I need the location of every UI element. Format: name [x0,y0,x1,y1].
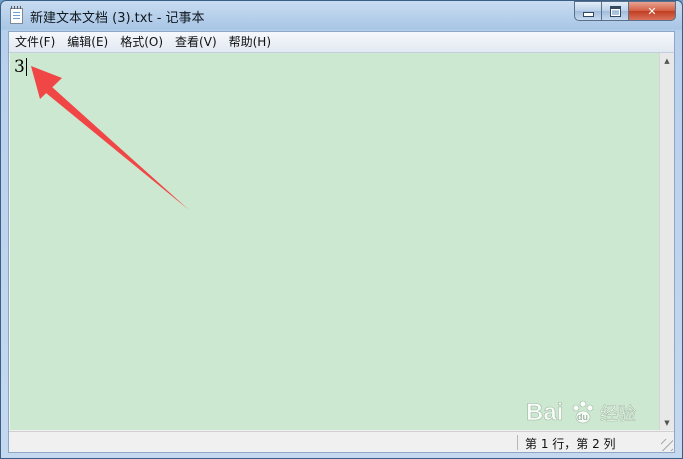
cursor-position: 第 1 行，第 2 列 [525,437,616,451]
minimize-button[interactable] [574,1,602,21]
scroll-down-button[interactable]: ▼ [660,415,674,430]
minimize-icon [582,11,594,17]
menu-help[interactable]: 帮助(H) [223,33,277,51]
notepad-app-icon[interactable] [10,6,23,24]
maximize-button[interactable] [601,1,629,21]
editor-content[interactable]: 3 [14,56,25,78]
text-caret [26,58,27,76]
status-divider [517,435,518,450]
menu-edit[interactable]: 编辑(E) [61,33,114,51]
text-editor[interactable]: 3 [10,53,659,430]
menu-view[interactable]: 查看(V) [169,33,223,51]
close-icon: ✕ [647,4,657,18]
menu-format[interactable]: 格式(O) [114,33,169,51]
status-bar: 第 1 行，第 2 列 [9,431,674,452]
scroll-up-button[interactable]: ▲ [660,53,674,68]
notepad-window: 新建文本文档 (3).txt - 记事本 ✕ 文件(F) 编辑(E) 格式(O)… [0,0,683,459]
maximize-icon [609,5,621,17]
chevron-down-icon: ▼ [664,418,670,427]
vertical-scrollbar[interactable]: ▲ ▼ [659,53,674,430]
close-button[interactable]: ✕ [628,1,676,21]
window-title: 新建文本文档 (3).txt - 记事本 [30,11,205,26]
title-bar[interactable]: 新建文本文档 (3).txt - 记事本 ✕ [1,1,682,31]
chevron-up-icon: ▲ [664,56,670,65]
menu-bar: 文件(F) 编辑(E) 格式(O) 查看(V) 帮助(H) [9,32,674,53]
resize-grip-icon[interactable] [661,439,673,451]
client-area: 文件(F) 编辑(E) 格式(O) 查看(V) 帮助(H) 3 ▲ ▼ 第 1 … [8,31,675,453]
menu-file[interactable]: 文件(F) [9,33,61,51]
